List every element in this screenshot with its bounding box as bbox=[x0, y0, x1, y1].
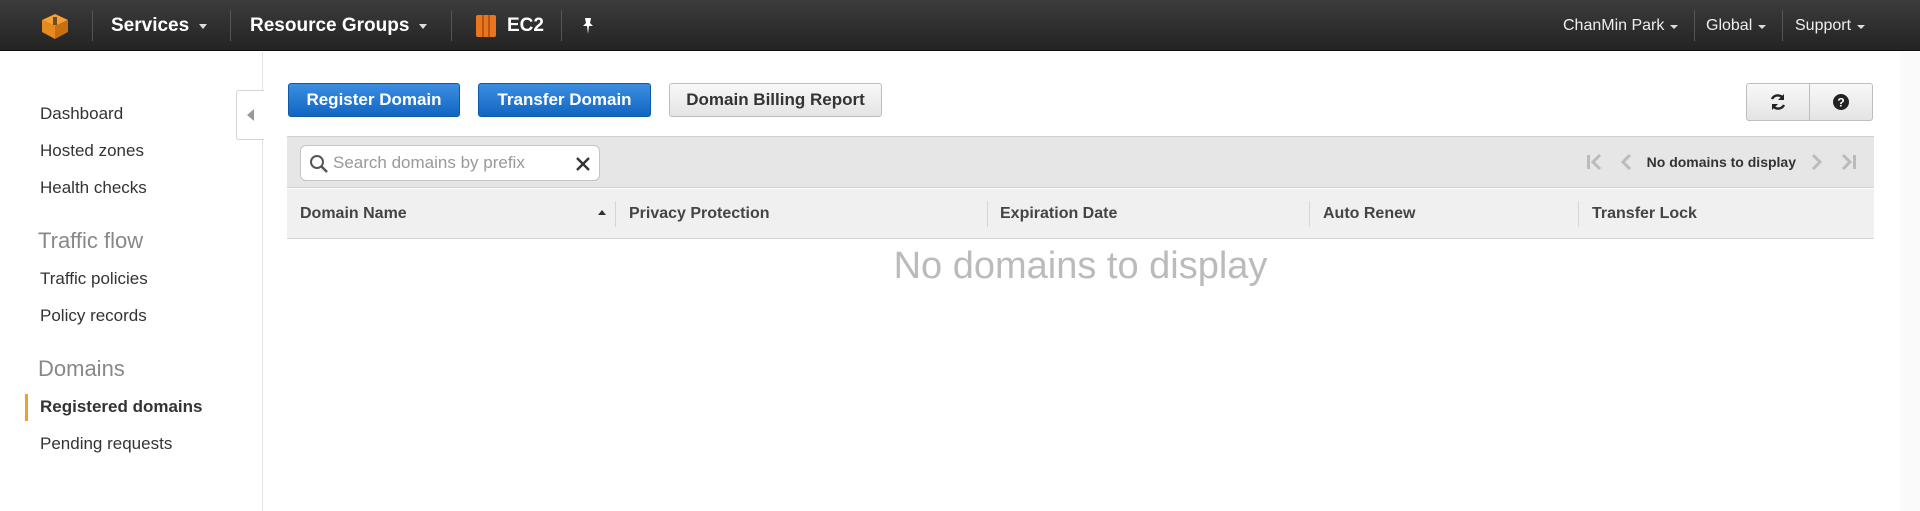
nav-divider bbox=[451, 10, 452, 41]
last-page-icon[interactable] bbox=[1838, 153, 1858, 171]
support-menu[interactable]: Support bbox=[1795, 0, 1866, 51]
aws-cube-icon bbox=[42, 13, 68, 39]
nav-divider bbox=[92, 10, 93, 41]
table-toolbar: No domains to display bbox=[287, 136, 1874, 188]
sidebar-collapse-toggle[interactable] bbox=[236, 90, 264, 140]
region-label: Global bbox=[1706, 16, 1753, 34]
nav-divider bbox=[1782, 10, 1783, 41]
column-divider bbox=[1309, 201, 1310, 227]
column-header-privacy-protection[interactable]: Privacy Protection bbox=[629, 189, 770, 239]
column-divider bbox=[615, 201, 616, 227]
active-indicator bbox=[25, 394, 28, 421]
refresh-icon bbox=[1770, 94, 1786, 110]
resource-groups-label: Resource Groups bbox=[250, 14, 410, 36]
empty-table-message: No domains to display bbox=[893, 245, 1268, 287]
next-page-icon[interactable] bbox=[1810, 153, 1824, 171]
register-domain-button[interactable]: Register Domain bbox=[288, 83, 460, 117]
chevron-down-icon bbox=[1758, 24, 1767, 29]
services-menu[interactable]: Services bbox=[111, 0, 208, 51]
chevron-left-icon bbox=[247, 109, 254, 121]
ec2-icon bbox=[476, 14, 496, 37]
clear-search-icon[interactable] bbox=[575, 156, 591, 172]
support-label: Support bbox=[1795, 16, 1852, 34]
column-header-transfer-lock[interactable]: Transfer Lock bbox=[1592, 189, 1697, 239]
pin-shortcuts-button[interactable] bbox=[580, 0, 596, 51]
column-header-auto-renew[interactable]: Auto Renew bbox=[1323, 189, 1415, 239]
nav-divider bbox=[1694, 10, 1695, 41]
search-box bbox=[300, 145, 600, 181]
ec2-shortcut[interactable]: EC2 bbox=[475, 0, 544, 51]
search-icon bbox=[310, 155, 328, 173]
column-divider bbox=[987, 201, 988, 227]
sidebar: Dashboard Hosted zones Health checks Tra… bbox=[0, 52, 263, 511]
user-menu[interactable]: ChanMin Park bbox=[1563, 0, 1679, 51]
top-navigation-bar: Services Resource Groups EC2 ChanMin Par… bbox=[0, 0, 1920, 51]
svg-text:?: ? bbox=[1837, 96, 1844, 110]
help-icon: ? bbox=[1833, 94, 1849, 110]
user-name: ChanMin Park bbox=[1563, 16, 1665, 34]
column-header-domain-name[interactable]: Domain Name bbox=[300, 189, 407, 239]
previous-page-icon[interactable] bbox=[1619, 153, 1633, 171]
column-divider bbox=[1578, 201, 1579, 227]
sidebar-item-dashboard[interactable]: Dashboard bbox=[40, 104, 123, 124]
pager-status: No domains to display bbox=[1646, 154, 1796, 170]
sidebar-heading-traffic-flow: Traffic flow bbox=[38, 228, 144, 253]
page-scrollbar[interactable] bbox=[1900, 52, 1920, 511]
chevron-down-icon bbox=[1670, 24, 1679, 29]
transfer-domain-button[interactable]: Transfer Domain bbox=[478, 83, 651, 117]
sidebar-item-health-checks[interactable]: Health checks bbox=[40, 178, 147, 198]
search-input[interactable] bbox=[333, 146, 573, 180]
sidebar-item-registered-domains[interactable]: Registered domains bbox=[40, 397, 203, 417]
help-button[interactable]: ? bbox=[1809, 83, 1873, 121]
refresh-button[interactable] bbox=[1746, 83, 1810, 121]
sort-ascending-icon[interactable] bbox=[598, 210, 606, 215]
sidebar-item-traffic-policies[interactable]: Traffic policies bbox=[40, 269, 148, 289]
domain-billing-report-button[interactable]: Domain Billing Report bbox=[669, 83, 882, 117]
sidebar-item-pending-requests[interactable]: Pending requests bbox=[40, 434, 172, 454]
nav-divider bbox=[230, 10, 231, 41]
sidebar-heading-domains: Domains bbox=[38, 356, 125, 381]
resource-groups-menu[interactable]: Resource Groups bbox=[250, 0, 428, 51]
services-label: Services bbox=[111, 14, 190, 36]
domains-table-header: Domain Name Privacy Protection Expiratio… bbox=[287, 189, 1874, 239]
ec2-label: EC2 bbox=[507, 14, 544, 36]
sidebar-item-policy-records[interactable]: Policy records bbox=[40, 306, 147, 326]
chevron-down-icon bbox=[1857, 24, 1866, 29]
first-page-icon[interactable] bbox=[1585, 153, 1605, 171]
column-header-expiration-date[interactable]: Expiration Date bbox=[1000, 189, 1117, 239]
aws-logo[interactable] bbox=[40, 0, 70, 51]
region-menu[interactable]: Global bbox=[1706, 0, 1767, 51]
nav-divider bbox=[561, 10, 562, 41]
pin-icon bbox=[583, 17, 593, 34]
chevron-down-icon bbox=[199, 24, 208, 29]
sidebar-item-hosted-zones[interactable]: Hosted zones bbox=[40, 141, 144, 161]
pagination: No domains to display bbox=[1585, 137, 1858, 187]
chevron-down-icon bbox=[419, 24, 428, 29]
